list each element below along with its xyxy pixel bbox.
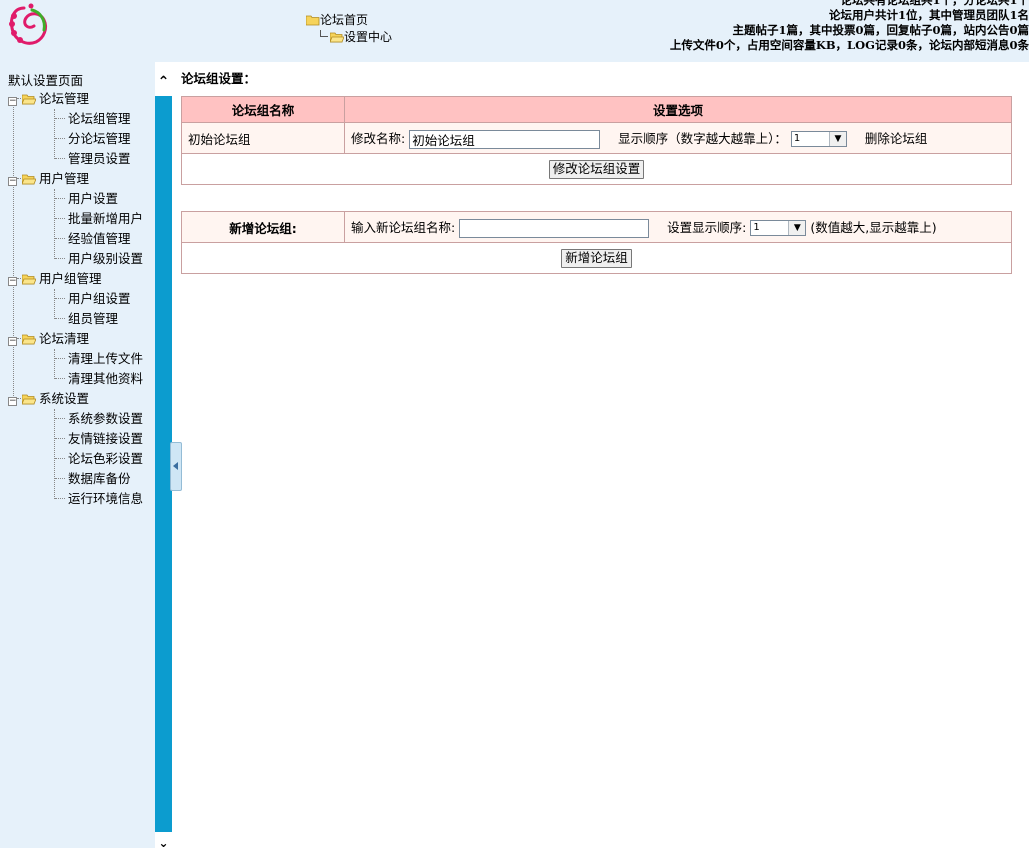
collapse-icon[interactable]: − [8,177,17,186]
display-order-hint: (数值越大,显示越靠上) [810,219,937,235]
column-header-group-name: 论坛组名称 [181,96,345,123]
open-folder-icon [22,274,36,285]
menu-group-label[interactable]: 论坛管理 [39,91,89,106]
menu-item-forum-group-management[interactable]: 论坛组管理 [55,109,131,129]
sidebar-toggle-handle[interactable] [170,442,182,491]
display-order-value: 1 [793,133,801,144]
rename-input[interactable] [409,129,601,149]
chevron-down-icon[interactable]: ▼ [788,221,806,235]
menu-group-label[interactable]: 用户组管理 [39,271,102,286]
forum-stats: 论坛共有论坛组共1个，分论坛共1个 论坛用户共计1位，其中管理员团队1名 主题帖… [670,0,1029,53]
tree-connector [320,30,328,37]
stats-line: 上传文件0个，占用空间容量KB，LOG记录0条，论坛内部短消息0条 [669,38,1029,52]
menu-group-usergroup-management[interactable]: − 用户组管理 [8,269,102,289]
table-row: 新增论坛组: 输入新论坛组名称: 设置显示顺序: 1 ▼ (数值越大,显示越靠上) [181,211,1012,243]
menu-group-forum-management[interactable]: − 论坛管理 [8,89,89,109]
menu-item-runtime-info[interactable]: 运行环境信息 [55,489,143,509]
menu-group-system-settings[interactable]: − 系统设置 [8,389,89,409]
menu-item-system-parameters[interactable]: 系统参数设置 [55,409,143,429]
new-group-name-label: 输入新论坛组名称: [351,219,456,235]
new-display-order-value: 1 [753,222,760,233]
menu-item-admin-settings[interactable]: 管理员设置 [55,149,131,169]
display-order-label: 显示顺序（数字越大越靠上）： [618,130,787,146]
table-row: 初始论坛组 修改名称: 显示顺序（数字越大越靠上）： 1▼ 删除论坛组 [181,122,1012,154]
menu-item-clean-other-data[interactable]: 清理其他资料 [55,369,143,389]
menu-group-label[interactable]: 论坛清理 [39,331,89,346]
table-row-actions: 新增论坛组 [181,242,1012,274]
chevron-down-icon[interactable]: ▼ [828,132,846,146]
collapse-left-arrow-icon [173,462,178,470]
collapse-icon[interactable]: − [8,397,17,406]
stats-line: 论坛用户共计1位，其中管理员团队1名 [828,8,1029,22]
menu-item-batch-add-users[interactable]: 批量新增用户 [55,209,143,229]
menu-item-sub-forum-management[interactable]: 分论坛管理 [55,129,131,149]
menu-group-label[interactable]: 系统设置 [39,391,89,406]
tree-line [13,104,14,404]
stats-line: 论坛共有论坛组共1个，分论坛共1个 [840,0,1029,7]
new-display-order-label: 设置显示顺序: [667,219,747,235]
open-folder-icon [22,94,36,105]
menu-item-database-backup[interactable]: 数据库备份 [55,469,131,489]
open-folder-icon [22,394,36,405]
scroll-up-icon[interactable]: ⌃ [155,74,172,92]
column-header-options: 设置选项 [344,96,1012,123]
menu-item-user-settings[interactable]: 用户设置 [55,189,118,209]
menu-group-label[interactable]: 用户管理 [39,171,89,186]
table-header-row: 论坛组名称 设置选项 [181,96,1012,123]
new-display-order-select[interactable]: 1 ▼ [750,220,807,236]
stats-line: 主题帖子1篇，其中投票0篇，回复帖子0篇，站内公告0篇 [732,23,1029,37]
table-row-actions: 修改论坛组设置 [181,153,1012,185]
menu-item-clean-uploads[interactable]: 清理上传文件 [55,349,143,369]
breadcrumb-home[interactable]: 论坛首页 [306,11,368,28]
menu-root-default-settings[interactable]: 默认设置页面 [8,70,83,89]
menu-item-member-management[interactable]: 组员管理 [55,309,118,329]
group-options-cell: 修改名称: 显示顺序（数字越大越靠上）： 1▼ 删除论坛组 [344,122,1012,154]
menu-item-forum-colors[interactable]: 论坛色彩设置 [55,449,143,469]
menu-item-user-level-settings[interactable]: 用户级别设置 [55,249,143,269]
header: 论坛首页 设置中心 论坛共有论坛组共1个，分论坛共1个 论坛用户共计1位，其中管… [0,0,1029,62]
save-group-settings-button[interactable]: 修改论坛组设置 [548,159,645,179]
actions-cell: 修改论坛组设置 [181,153,1012,185]
menu-group-forum-cleanup[interactable]: − 论坛清理 [8,329,89,349]
breadcrumb-current-label[interactable]: 设置中心 [344,30,392,44]
add-group-button[interactable]: 新增论坛组 [561,248,632,268]
breadcrumb-current[interactable]: 设置中心 [320,28,392,45]
page-title: 论坛组设置： [181,71,257,86]
collapse-icon[interactable]: − [8,97,17,106]
sidebar: 默认设置页面 − 论坛管理 论坛组管理 分论坛管理 管理员设置 − 用户管理 用户设… [0,62,155,848]
add-group-options-cell: 输入新论坛组名称: 设置显示顺序: 1 ▼ (数值越大,显示越靠上) [344,211,1012,243]
menu-item-friend-links[interactable]: 友情链接设置 [55,429,143,449]
add-forum-group-table: 新增论坛组: 输入新论坛组名称: 设置显示顺序: 1 ▼ (数值越大,显示越靠上)… [181,211,1012,274]
open-folder-icon [22,334,36,345]
folder-icon [306,15,320,26]
group-name-cell: 初始论坛组 [181,122,345,154]
collapse-icon[interactable]: − [8,277,17,286]
delete-group-link[interactable]: 删除论坛组 [865,131,928,146]
open-folder-icon [22,174,36,185]
actions-cell: 新增论坛组 [181,242,1012,274]
collapse-icon[interactable]: − [8,337,17,346]
menu-group-user-management[interactable]: − 用户管理 [8,169,89,189]
breadcrumb-home-label[interactable]: 论坛首页 [320,13,368,27]
open-folder-icon [330,32,344,43]
menu-item-experience-management[interactable]: 经验值管理 [55,229,131,249]
add-group-label: 新增论坛组: [181,211,345,243]
rename-label: 修改名称: [351,130,406,146]
forum-logo[interactable] [4,2,52,52]
new-group-name-input[interactable] [459,218,650,238]
forum-group-table: 论坛组名称 设置选项 初始论坛组 修改名称: 显示顺序（数字越大越靠上）： 1▼… [181,96,1012,185]
menu-item-usergroup-settings[interactable]: 用户组设置 [55,289,131,309]
display-order-select[interactable]: 1 ▼ [790,131,847,147]
